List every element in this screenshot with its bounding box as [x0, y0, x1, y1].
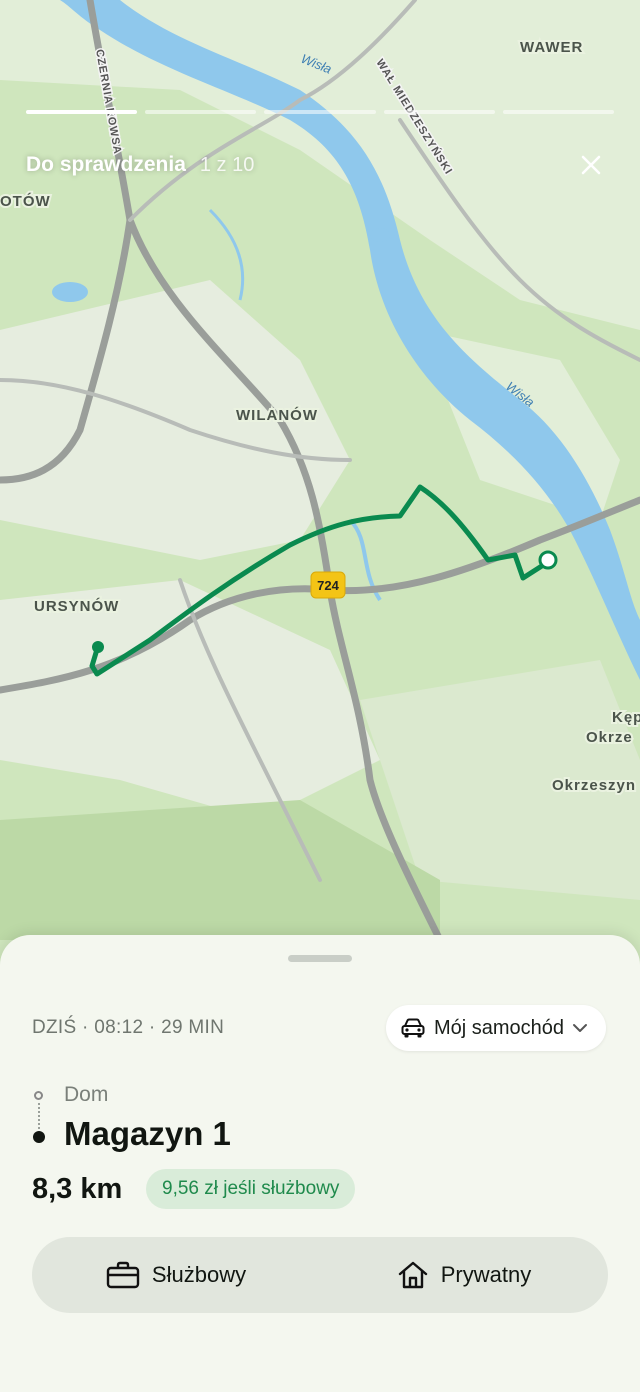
private-label: Prywatny [440, 1262, 532, 1287]
chevron-down-icon [573, 1024, 587, 1032]
classification-actions: Służbowy Prywatny [32, 1237, 608, 1313]
trip-meta: DZIŚ · 08:12 · 29 MIN [32, 1017, 225, 1038]
map-label-wawer: WAWER [520, 39, 583, 56]
reimbursement-badge: 9,56 zł jeśli służbowy [146, 1169, 356, 1209]
map-label-kep: Kęp [612, 709, 640, 726]
map-label-ursynow: URSYNÓW [34, 597, 119, 615]
route-connector [38, 1103, 40, 1129]
progress-segment [145, 110, 257, 114]
business-label: Służbowy [151, 1262, 247, 1287]
home-icon [398, 1261, 427, 1289]
vehicle-selector[interactable]: Mój samochód [385, 1005, 606, 1051]
progress-segment [502, 110, 615, 114]
road-badge: 724 [317, 578, 339, 593]
destination-dot [33, 1131, 45, 1143]
trip-distance: 8,3 km [32, 1173, 123, 1205]
progress-segment [26, 110, 138, 114]
sheet-handle[interactable] [288, 955, 352, 962]
origin-dot [34, 1091, 43, 1100]
trip-counter: 1 z 10 [199, 153, 255, 176]
map-label-otow: OTÓW [0, 192, 51, 210]
map-label-okrzeszyn: Okrzeszyn [552, 777, 636, 794]
origin-label: Dom [64, 1083, 109, 1106]
car-icon [401, 1018, 425, 1038]
progress-segment [264, 110, 376, 114]
header: Do sprawdzenia 1 z 10 [26, 150, 614, 180]
private-button[interactable]: Prywatny [320, 1237, 608, 1313]
map-label-wilanow: WILANÓW [236, 406, 318, 424]
progress-segment [383, 110, 495, 114]
close-icon [581, 155, 601, 175]
destination-label: Magazyn 1 [64, 1115, 231, 1152]
vehicle-label: Mój samochód [433, 1016, 564, 1039]
page-title: Do sprawdzenia [26, 153, 186, 176]
trip-sheet: DZIŚ · 08:12 · 29 MIN Mój samochód Dom M… [0, 935, 640, 1392]
business-button[interactable]: Służbowy [32, 1237, 320, 1313]
map-label-okrze: Okrze [586, 729, 633, 746]
close-button[interactable] [576, 150, 606, 180]
briefcase-icon [106, 1261, 140, 1289]
story-progress [26, 110, 615, 115]
